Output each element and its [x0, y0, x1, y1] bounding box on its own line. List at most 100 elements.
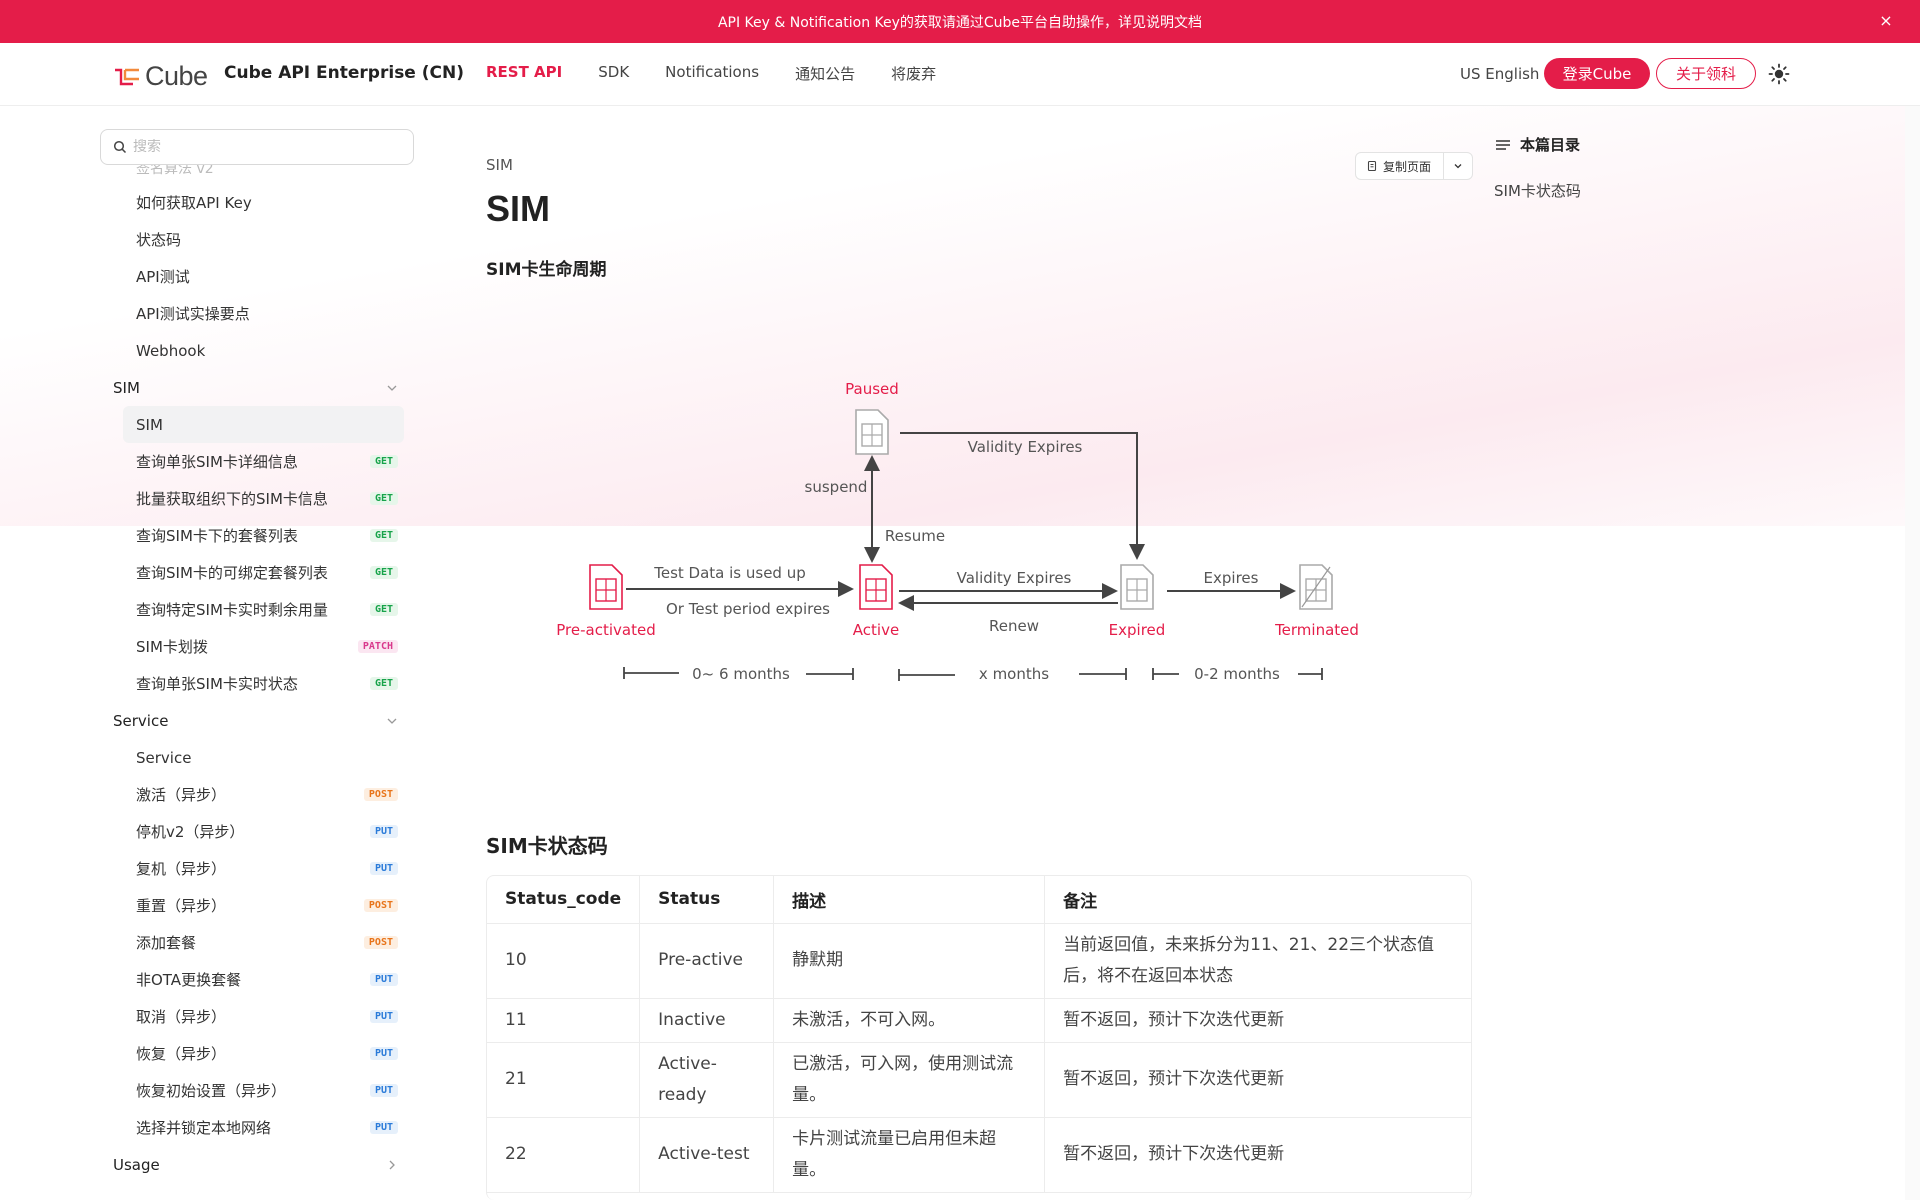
- sidebar-item-label: 批量获取组织下的SIM卡信息: [136, 490, 328, 508]
- copy-page-dropdown[interactable]: [1444, 153, 1472, 179]
- nav-notifications[interactable]: Notifications: [665, 63, 759, 84]
- toc-item-status-codes[interactable]: SIM卡状态码: [1494, 180, 1581, 201]
- nav-sdk[interactable]: SDK: [598, 63, 629, 84]
- nav-announcements[interactable]: 通知公告: [795, 63, 855, 84]
- sidebar-item-label: 恢复初始设置（异步）: [136, 1082, 287, 1100]
- method-badge: POST: [363, 899, 398, 912]
- sun-icon[interactable]: [1768, 63, 1790, 85]
- sidebar: 签名算法 v2 如何获取API Key 状态码 API测试 API测试实操要点 …: [100, 106, 420, 1200]
- cell-status: Pre-active: [639, 923, 775, 999]
- status-table: Status_code Status 描述 备注 10 Pre-active 静默期…: [486, 875, 1472, 1200]
- group-label: Service: [113, 711, 169, 730]
- nav-deprecated[interactable]: 将废弃: [891, 63, 936, 84]
- site-title[interactable]: Cube API Enterprise (CN): [224, 63, 464, 83]
- sidebar-item[interactable]: 查询特定SIM卡实时剩余用量 GET: [100, 591, 420, 628]
- cell-note: 当前返回值，未来拆分为11、21、22三个状态值后，将不在返回本状态: [1044, 923, 1471, 999]
- sidebar-item[interactable]: SIM卡划拨 PATCH: [100, 628, 420, 665]
- sidebar-item[interactable]: 重置（异步） POST: [100, 887, 420, 924]
- copy-page-main[interactable]: 复制页面: [1356, 153, 1444, 179]
- sidebar-item[interactable]: 添加套餐 POST: [100, 924, 420, 961]
- sidebar-item[interactable]: 查询SIM卡下的套餐列表 GET: [100, 517, 420, 554]
- sidebar-item[interactable]: API测试: [100, 258, 420, 295]
- copy-page-button[interactable]: 复制页面: [1355, 152, 1473, 180]
- sim-icon-active: [859, 564, 893, 610]
- sim-icon-expired: [1120, 564, 1154, 610]
- cell-status: Active-ready: [639, 1042, 775, 1118]
- cell-desc: 未激活，不可入网。: [773, 998, 1046, 1043]
- copy-icon: [1367, 160, 1377, 172]
- sidebar-item-label: 选择并锁定本地网络: [136, 1119, 272, 1137]
- announcement-banner: API Key & Notification Key的获取请通过Cube平台自助…: [0, 0, 1920, 43]
- method-badge: POST: [363, 936, 398, 949]
- table-row: 10 Pre-active 静默期 当前返回值，未来拆分为11、21、22三个状态值后…: [487, 923, 1471, 999]
- sidebar-item[interactable]: Webhook: [100, 332, 420, 369]
- sidebar-item-label: 复机（异步）: [136, 860, 227, 878]
- table-row: 21 Active-ready 已激活，可入网，使用测试流量。 暂不返回，预计下次迭代…: [487, 1042, 1471, 1118]
- banner-text[interactable]: API Key & Notification Key的获取请通过Cube平台自助…: [718, 12, 1202, 32]
- sidebar-item-active[interactable]: SIM: [123, 406, 404, 443]
- method-badge: PUT: [369, 1010, 398, 1023]
- sidebar-item[interactable]: API测试实操要点: [100, 295, 420, 332]
- cell-code: 10: [487, 923, 641, 999]
- close-icon[interactable]: ×: [1876, 11, 1896, 31]
- sidebar-item-label: Service: [136, 748, 192, 767]
- col-description: 描述: [773, 876, 1046, 924]
- chevron-right-icon: [389, 1160, 395, 1169]
- table-header-row: Status_code Status 描述 备注: [487, 876, 1471, 924]
- method-badge: PUT: [369, 1121, 398, 1134]
- page-scrollbar[interactable]: [1905, 106, 1920, 1200]
- sidebar-item-label: 取消（异步）: [136, 1008, 227, 1026]
- sidebar-item-label: 恢复（异步）: [136, 1045, 227, 1063]
- col-status: Status: [639, 876, 775, 924]
- label-renew: Renew: [989, 617, 1039, 635]
- sidebar-group-service[interactable]: Service: [100, 702, 420, 739]
- sidebar-list: 签名算法 v2 如何获取API Key 状态码 API测试 API测试实操要点 …: [100, 162, 420, 1183]
- sidebar-item[interactable]: 查询单张SIM卡详细信息 GET: [100, 443, 420, 480]
- sidebar-item[interactable]: 非OTA更换套餐 PUT: [100, 961, 420, 998]
- sidebar-item[interactable]: 如何获取API Key: [100, 184, 420, 221]
- sidebar-item[interactable]: 取消（异步） PUT: [100, 998, 420, 1035]
- lifecycle-heading: SIM卡生命周期: [486, 260, 607, 280]
- cell-code: 11: [487, 998, 641, 1043]
- sidebar-item[interactable]: 停机v2（异步） PUT: [100, 813, 420, 850]
- method-badge: GET: [369, 603, 398, 616]
- label-expires: Expires: [1204, 569, 1259, 587]
- logo[interactable]: Cube: [113, 61, 208, 92]
- sidebar-item[interactable]: 查询SIM卡的可绑定套餐列表 GET: [100, 554, 420, 591]
- chevron-down-icon: [387, 718, 397, 724]
- label-active: Active: [853, 621, 899, 639]
- label-duration-3: 0-2 months: [1194, 665, 1280, 683]
- sidebar-item-label: 查询SIM卡的可绑定套餐列表: [136, 564, 328, 582]
- label-expired: Expired: [1109, 621, 1166, 639]
- sidebar-item[interactable]: 激活（异步） POST: [100, 776, 420, 813]
- language-switch[interactable]: US English: [1460, 65, 1539, 83]
- sidebar-item-label: SIM: [136, 415, 163, 434]
- sidebar-item[interactable]: 恢复初始设置（异步） PUT: [100, 1072, 420, 1109]
- sidebar-item[interactable]: Service: [100, 739, 420, 776]
- sidebar-item[interactable]: 恢复（异步） PUT: [100, 1035, 420, 1072]
- toc-heading: 本篇目录: [1496, 134, 1580, 155]
- group-label: Usage: [113, 1155, 160, 1174]
- sidebar-group-usage[interactable]: Usage: [100, 1146, 420, 1183]
- nav-rest-api[interactable]: REST API: [486, 63, 562, 84]
- cell-code: 22: [487, 1117, 641, 1193]
- sidebar-item[interactable]: 复机（异步） PUT: [100, 850, 420, 887]
- search-input[interactable]: [133, 139, 393, 155]
- sidebar-item[interactable]: 查询单张SIM卡实时状态 GET: [100, 665, 420, 702]
- page-title: SIM: [486, 188, 551, 229]
- login-button[interactable]: 登录Cube: [1544, 58, 1650, 89]
- sidebar-item-label: 重置（异步）: [136, 897, 227, 915]
- group-label: SIM: [113, 378, 140, 397]
- sidebar-item[interactable]: 状态码: [100, 221, 420, 258]
- sidebar-item-cut[interactable]: 签名算法 v2: [100, 162, 420, 184]
- sidebar-item[interactable]: 批量获取组织下的SIM卡信息 GET: [100, 480, 420, 517]
- about-button[interactable]: 关于领科: [1656, 58, 1756, 89]
- sidebar-group-sim[interactable]: SIM: [100, 369, 420, 406]
- breadcrumb[interactable]: SIM: [486, 156, 513, 174]
- search-box[interactable]: [100, 129, 414, 165]
- sidebar-item-label: 查询特定SIM卡实时剩余用量: [136, 601, 328, 619]
- sidebar-item[interactable]: 选择并锁定本地网络 PUT: [100, 1109, 420, 1146]
- method-badge: GET: [369, 566, 398, 579]
- sim-icon-paused: [855, 409, 889, 455]
- sim-icon-pre-activated: [589, 564, 623, 610]
